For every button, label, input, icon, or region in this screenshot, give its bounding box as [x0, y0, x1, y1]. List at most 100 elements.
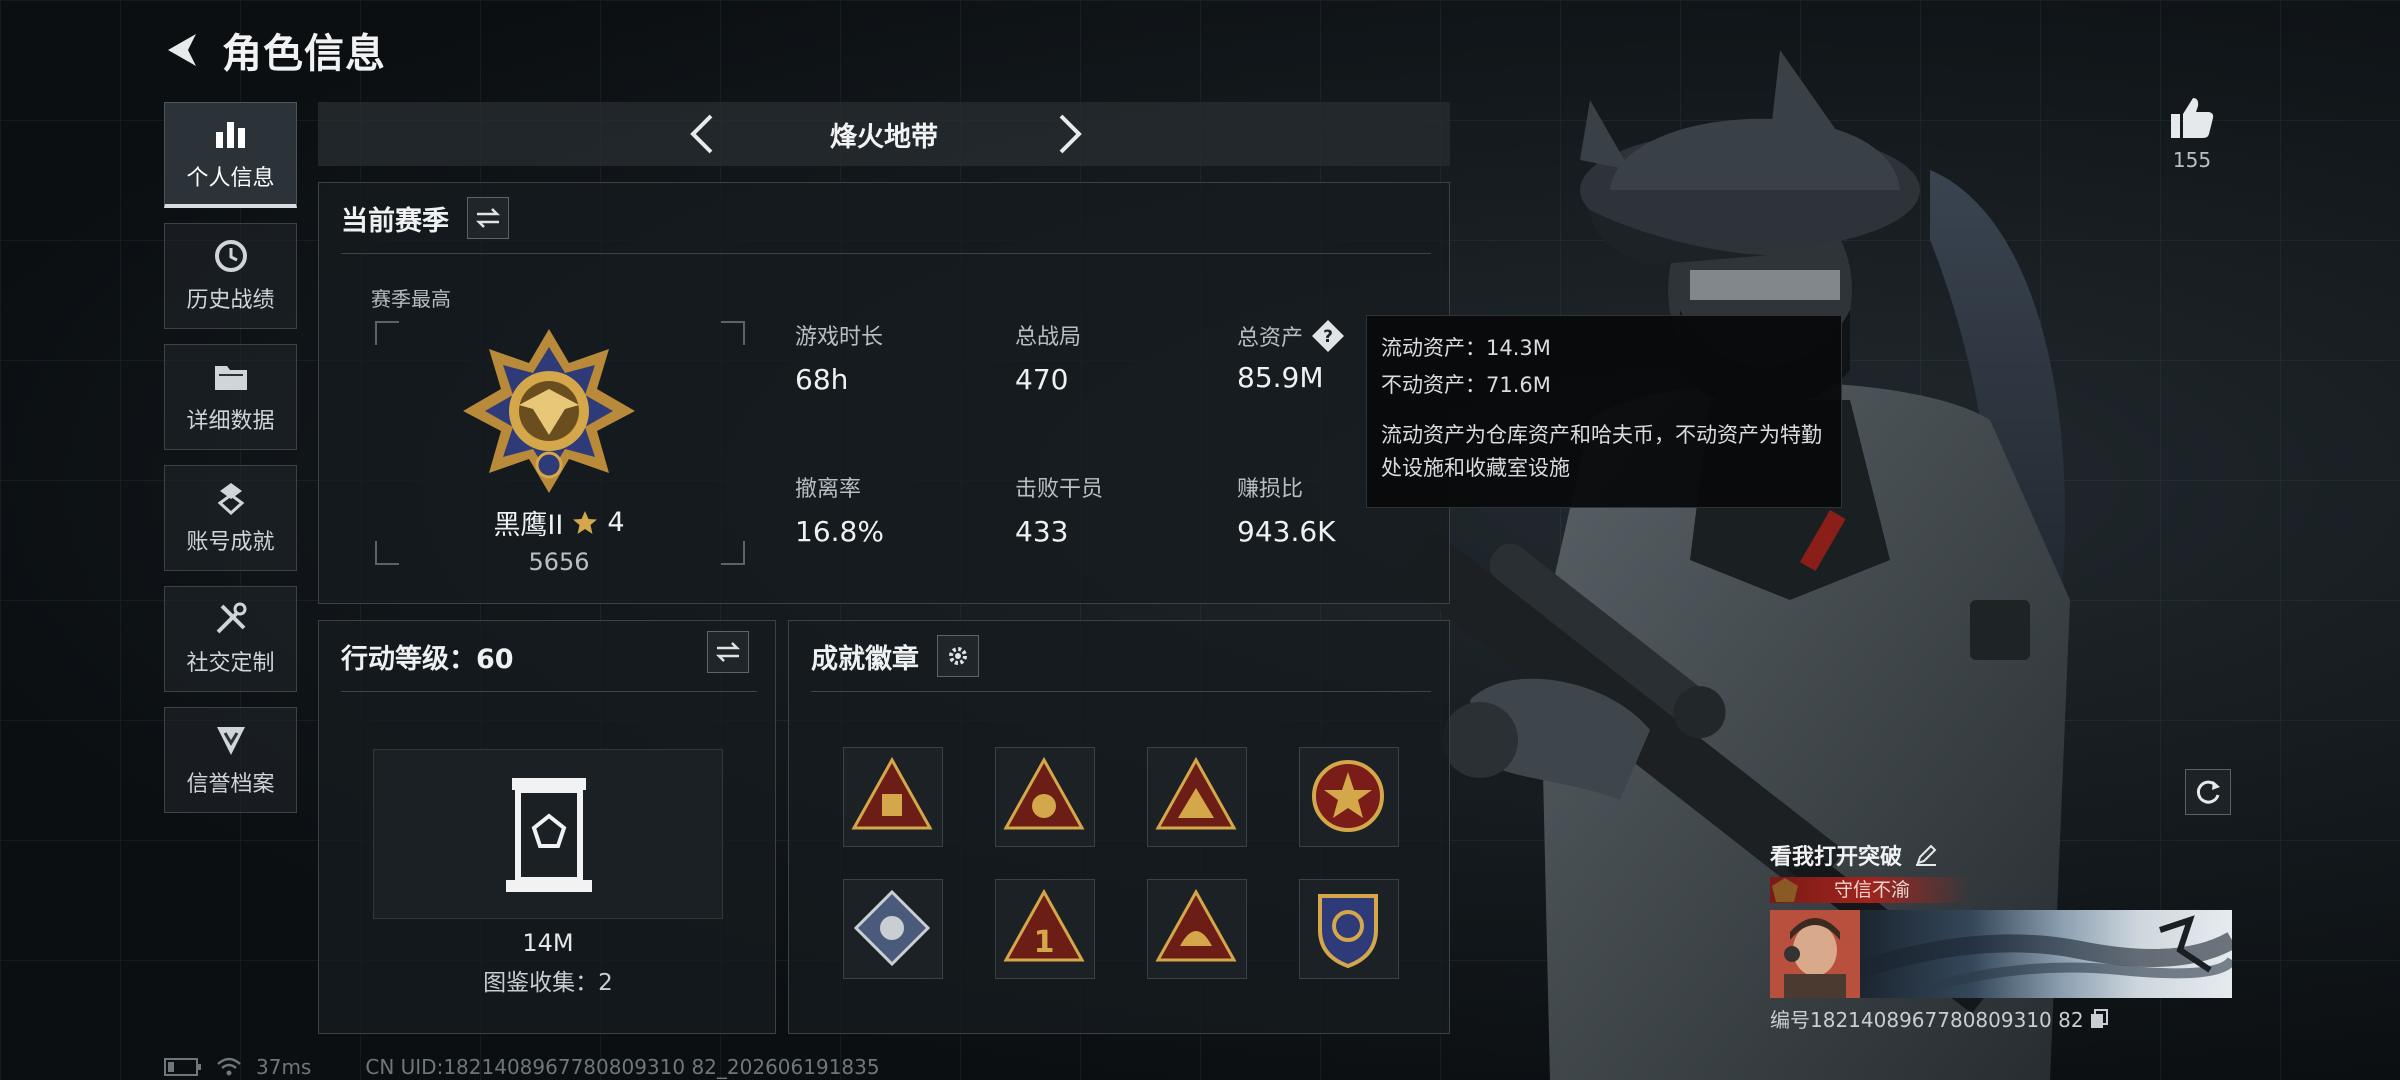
help-icon[interactable]: ?: [1311, 319, 1345, 353]
season-title: 当前赛季: [341, 205, 449, 237]
stat-value: 68h: [795, 363, 849, 396]
star-icon: [573, 510, 598, 534]
action-level-title: 行动等级：60: [341, 643, 514, 675]
stat-label: 撤离率: [795, 477, 862, 502]
collection-value: 14M: [522, 929, 574, 957]
badges-header: 成就徽章: [811, 621, 979, 691]
season-divider: [341, 253, 1431, 254]
rank-emblem-icon: [463, 329, 635, 493]
stat-playtime: 游戏时长 68h: [795, 319, 883, 396]
map-title: 烽火地带: [830, 121, 938, 153]
stat-label: 总战局: [1015, 325, 1082, 350]
badge-slot[interactable]: [1147, 747, 1247, 847]
action-divider: [341, 691, 757, 692]
bar-chart-icon: [213, 116, 249, 152]
season-switch-button[interactable]: [467, 197, 509, 239]
badge-shield-crest-icon: [1318, 894, 1378, 969]
rank-stars: 4: [607, 507, 625, 538]
map-next-arrow-icon[interactable]: [1048, 112, 1092, 156]
thumbs-up-icon[interactable]: [2169, 96, 2215, 140]
player-card[interactable]: 看我打开突破 守信不渝 编号1821408967780809310 82: [1770, 838, 2232, 1033]
refresh-button[interactable]: [2185, 769, 2231, 815]
side-nav: 个人信息 历史战绩 详细数据 账号成就 社交定制 信誉档案: [164, 102, 299, 828]
action-level-header: 行动等级：60: [341, 621, 514, 691]
nav-item-history[interactable]: 历史战绩: [164, 223, 297, 329]
stat-profit-ratio: 赚损比 943.6K: [1237, 471, 1336, 548]
stat-label: 游戏时长: [795, 325, 884, 350]
svg-text:1: 1: [1034, 925, 1055, 960]
frame-corner: [375, 321, 399, 345]
tools-icon: [213, 601, 249, 637]
nav-item-credit-file[interactable]: 信誉档案: [164, 707, 297, 813]
map-selector: 烽火地带: [318, 102, 1450, 166]
badge-slot[interactable]: [843, 747, 943, 847]
edit-icon[interactable]: [1914, 843, 1938, 867]
nav-label: 社交定制: [186, 651, 275, 676]
frame-corner: [721, 321, 745, 345]
stat-value: 470: [1015, 363, 1069, 396]
nav-item-achievements[interactable]: 账号成就: [164, 465, 297, 571]
action-level-panel: 行动等级：60 14M 图鉴收集：2: [318, 620, 776, 1034]
nav-label: 账号成就: [186, 530, 275, 555]
assets-tooltip: 流动资产：14.3M 不动资产：71.6M 流动资产为仓库资产和哈夫币，不动资产…: [1366, 315, 1842, 508]
badges-panel: 成就徽章 1: [788, 620, 1450, 1034]
stat-extract-rate: 撤离率 16.8%: [795, 471, 884, 548]
badge-helmet-icon: [1155, 888, 1237, 962]
collection-info: 14M 图鉴收集：2: [319, 929, 777, 997]
like-widget[interactable]: 155: [2168, 96, 2216, 172]
clock-icon: [213, 238, 249, 274]
status-bar: 37ms CN UID:1821408967780809310 82_20260…: [164, 1055, 880, 1079]
player-title-tag: 守信不渝: [1770, 877, 1971, 903]
badge-star-medal-icon: [1312, 760, 1384, 832]
gear-icon: [949, 647, 967, 665]
stat-label: 总资产: [1237, 326, 1304, 351]
stat-total-assets: 总资产 ? 85.9M: [1237, 319, 1345, 394]
badge-slot[interactable]: [1299, 879, 1399, 979]
svg-text:?: ?: [1323, 327, 1333, 347]
shield-icon: [213, 722, 249, 758]
badge-slot[interactable]: [1147, 879, 1247, 979]
badge-number-one-icon: 1: [1003, 888, 1085, 962]
tooltip-fixed-assets: 不动资产：71.6M: [1381, 372, 1551, 397]
swap-icon: [715, 642, 741, 662]
badges-settings-button[interactable]: [937, 635, 979, 677]
stat-value: 943.6K: [1237, 515, 1336, 548]
copy-icon[interactable]: [2090, 1008, 2108, 1029]
page-title: 角色信息: [222, 31, 386, 77]
player-card-header: 看我打开突破: [1770, 838, 2232, 872]
folder-icon: [213, 359, 249, 395]
battery-icon: [164, 1058, 201, 1076]
rank-score: 5656: [528, 548, 590, 576]
stat-label: 击败干员: [1015, 477, 1104, 502]
nav-label: 信誉档案: [186, 772, 275, 797]
nav-label: 历史战绩: [186, 288, 275, 313]
nav-label: 详细数据: [186, 409, 275, 434]
season-panel-header: 当前赛季: [341, 183, 509, 253]
collection-count: 图鉴收集：2: [483, 970, 613, 996]
badge-slot[interactable]: [843, 879, 943, 979]
back-arrow-icon[interactable]: [160, 28, 204, 72]
badge-tent-icon: [1155, 756, 1237, 830]
nav-item-detail-data[interactable]: 详细数据: [164, 344, 297, 450]
badge-slot[interactable]: [1299, 747, 1399, 847]
tooltip-liquid-assets: 流动资产：14.3M: [1381, 336, 1551, 360]
badges-divider: [811, 691, 1431, 692]
nav-item-personal-info[interactable]: 个人信息: [164, 102, 297, 208]
collection-display[interactable]: [373, 749, 723, 919]
achievement-icon: [213, 480, 249, 516]
display-case-icon: [506, 778, 592, 892]
badge-slot[interactable]: 1: [995, 879, 1095, 979]
stat-kills: 击败干员 433: [1015, 471, 1103, 548]
player-id: 编号1821408967780809310 82: [1770, 1008, 2084, 1032]
nav-item-social-custom[interactable]: 社交定制: [164, 586, 297, 692]
badge-slot[interactable]: [995, 747, 1095, 847]
ping-value: 37ms: [256, 1055, 312, 1079]
badges-title: 成就徽章: [811, 643, 919, 675]
badge-eagle-icon: [1003, 756, 1085, 830]
map-prev-arrow-icon[interactable]: [680, 112, 724, 156]
refresh-icon: [2196, 780, 2220, 804]
title-emblem-icon: [1772, 878, 1798, 902]
action-switch-button[interactable]: [707, 631, 749, 673]
page-header: 角色信息: [160, 22, 386, 78]
stat-value: 16.8%: [795, 515, 884, 548]
